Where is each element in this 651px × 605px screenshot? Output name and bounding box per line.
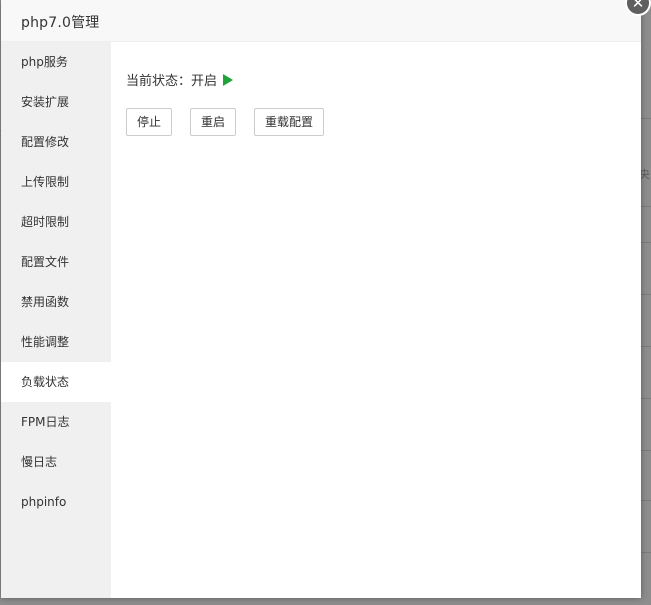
sidebar-item-config-edit[interactable]: 配置修改 xyxy=(1,122,111,162)
service-status: 当前状态： 开启 xyxy=(126,70,234,89)
dialog-title: php7.0管理 xyxy=(21,15,100,31)
sidebar-item-label: 性能调整 xyxy=(21,335,70,349)
sidebar-item-slow-log[interactable]: 慢日志 xyxy=(1,442,111,482)
sidebar-item-label: 配置文件 xyxy=(21,255,70,269)
sidebar-item-performance-tuning[interactable]: 性能调整 xyxy=(1,322,111,362)
sidebar-item-label: 超时限制 xyxy=(21,215,70,229)
sidebar-item-config-file[interactable]: 配置文件 xyxy=(1,242,111,282)
sidebar-item-upload-limit[interactable]: 上传限制 xyxy=(1,162,111,202)
status-label: 当前状态： xyxy=(126,74,192,89)
sidebar-item-label: FPM日志 xyxy=(21,415,70,429)
sidebar-item-label: 上传限制 xyxy=(21,175,70,189)
sidebar-item-load-status[interactable]: 负载状态 xyxy=(1,362,111,402)
restart-button[interactable]: 重启 xyxy=(190,108,237,136)
service-actions: 停止 重启 重载配置 xyxy=(126,108,342,136)
sidebar-item-label: 负载状态 xyxy=(21,375,70,389)
sidebar-item-label: 禁用函数 xyxy=(21,295,70,309)
sidebar-item-php-service[interactable]: php服务 xyxy=(1,42,111,82)
php-manager-dialog: php7.0管理 php服务 安装扩展 配置修改 上传限制 超时限制 配置文件 … xyxy=(1,0,641,598)
dialog-header: php7.0管理 xyxy=(1,0,641,42)
sidebar: php服务 安装扩展 配置修改 上传限制 超时限制 配置文件 禁用函数 性能调整… xyxy=(1,42,111,598)
sidebar-item-timeout-limit[interactable]: 超时限制 xyxy=(1,202,111,242)
sidebar-item-label: php服务 xyxy=(21,55,68,69)
sidebar-item-disabled-functions[interactable]: 禁用函数 xyxy=(1,282,111,322)
play-icon xyxy=(223,73,234,86)
reload-config-button[interactable]: 重载配置 xyxy=(254,108,325,136)
main-panel: 当前状态： 开启 停止 重启 重载配置 xyxy=(111,42,641,598)
sidebar-item-install-extension[interactable]: 安装扩展 xyxy=(1,82,111,122)
sidebar-item-label: phpinfo xyxy=(21,495,67,509)
sidebar-item-label: 配置修改 xyxy=(21,135,70,149)
sidebar-item-label: 安装扩展 xyxy=(21,95,70,109)
stop-button[interactable]: 停止 xyxy=(126,108,173,136)
status-value: 开启 xyxy=(191,74,218,89)
sidebar-item-phpinfo[interactable]: phpinfo xyxy=(1,482,111,522)
sidebar-item-label: 慢日志 xyxy=(21,455,58,469)
sidebar-item-fpm-log[interactable]: FPM日志 xyxy=(1,402,111,442)
